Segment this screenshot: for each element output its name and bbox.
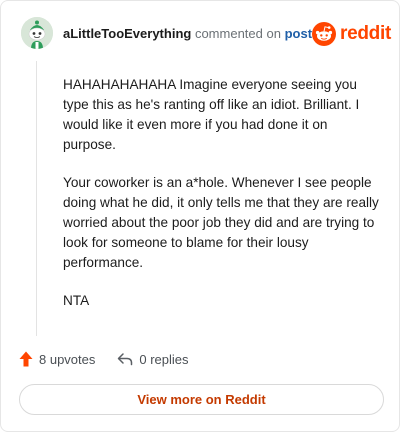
user-avatar[interactable] bbox=[21, 17, 53, 49]
comment-author-line: aLittleTooEverything commented on post bbox=[63, 25, 312, 42]
snoo-avatar-icon bbox=[21, 17, 53, 49]
comment-embed-card: aLittleTooEverything commented on post r… bbox=[0, 0, 400, 432]
comment-paragraph: HAHAHAHAHAHA Imagine everyone seeing you… bbox=[63, 77, 360, 152]
comment-paragraph: Your coworker is an a*hole. Whenever I s… bbox=[63, 175, 379, 270]
reply-count: 0 replies bbox=[139, 351, 189, 367]
comment-paragraph: NTA bbox=[63, 293, 90, 308]
view-more-button[interactable]: View more on Reddit bbox=[19, 384, 384, 415]
author-name[interactable]: aLittleTooEverything bbox=[63, 26, 191, 41]
reply-arrow-icon bbox=[118, 353, 133, 366]
upvote-arrow-icon bbox=[19, 351, 33, 367]
upvote-button[interactable]: 8 upvotes bbox=[19, 351, 95, 367]
comment-actions: 8 upvotes 0 replies bbox=[19, 349, 189, 369]
replies-button[interactable]: 0 replies bbox=[117, 351, 189, 367]
comment-body: HAHAHAHAHAHA Imagine everyone seeing you… bbox=[63, 75, 383, 329]
thread-line bbox=[36, 61, 37, 336]
upvote-count: 8 upvotes bbox=[39, 351, 96, 367]
post-link[interactable]: post bbox=[285, 26, 312, 41]
reddit-snoo-icon bbox=[312, 22, 336, 46]
reddit-wordmark: reddit bbox=[340, 23, 391, 44]
commented-on-text: commented on bbox=[194, 26, 281, 41]
reddit-logo[interactable]: reddit bbox=[312, 22, 391, 46]
